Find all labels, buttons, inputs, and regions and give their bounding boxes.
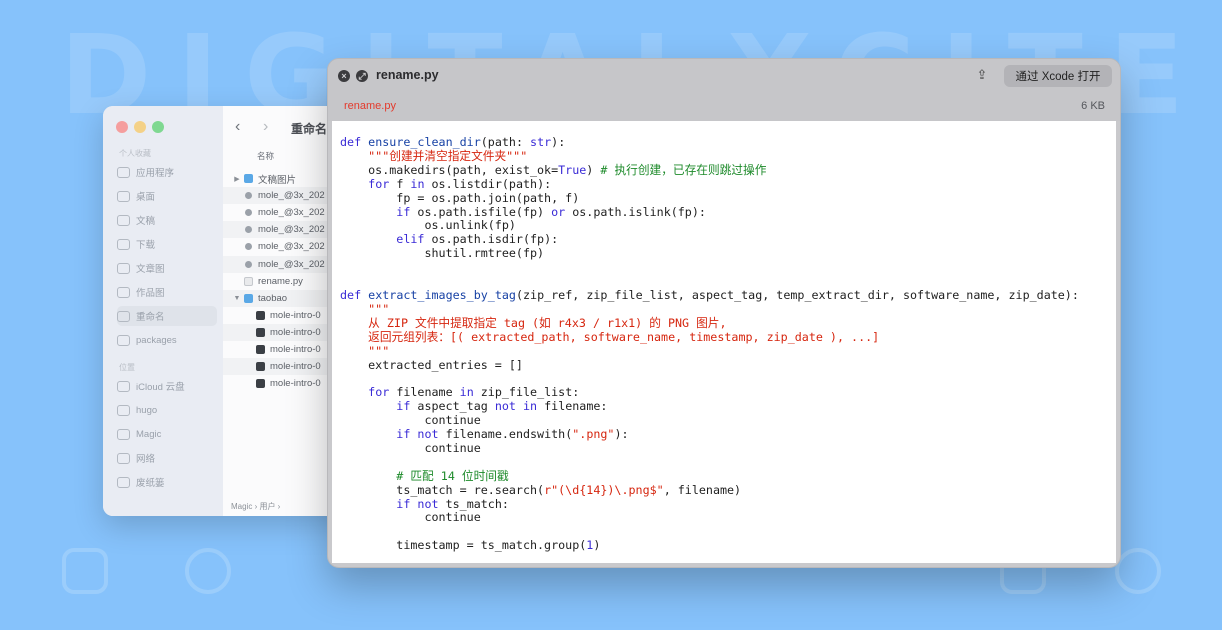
sidebar-item-label: 应用程序 xyxy=(136,168,175,179)
python-file-icon xyxy=(244,276,253,286)
file-size-label: 6 KB xyxy=(1081,100,1105,112)
sidebar-item[interactable]: hugo xyxy=(117,400,217,420)
code-block: def ensure_clean_dir(path: str): """创建并清… xyxy=(340,135,1079,553)
disclosure-chevron-icon[interactable]: ▶ xyxy=(233,175,241,183)
file-name: mole_@3x_202 xyxy=(258,190,325,202)
decorative-icon xyxy=(185,548,231,594)
sidebar-item[interactable]: 作品图 xyxy=(117,282,217,302)
file-name: taobao xyxy=(258,292,288,304)
network-icon xyxy=(117,452,130,464)
computer-icon xyxy=(117,428,130,440)
image-file-icon xyxy=(245,226,252,234)
folder-icon xyxy=(117,286,130,298)
sidebar-section-favorites: 个人收藏 xyxy=(119,149,151,158)
sidebar-item-label: 废纸篓 xyxy=(136,478,165,489)
close-window-button[interactable] xyxy=(116,121,128,133)
fullscreen-icon[interactable]: ⤢ xyxy=(356,70,368,82)
open-in-xcode-button[interactable]: 通过 Xcode 打开 xyxy=(1004,65,1112,87)
folder-icon xyxy=(117,262,130,274)
file-name: mole-intro-0 xyxy=(270,361,321,373)
minimize-window-button[interactable] xyxy=(134,121,146,133)
sidebar-item-label: 重命名 xyxy=(136,312,165,323)
zoom-window-button[interactable] xyxy=(152,121,164,133)
sidebar-item-label: Magic xyxy=(136,428,162,440)
file-name: 文稿图片 xyxy=(258,174,297,186)
file-name: mole_@3x_202 xyxy=(258,241,325,253)
sidebar-item[interactable]: iCloud 云盘 xyxy=(117,376,217,396)
file-name: mole-intro-0 xyxy=(270,309,321,321)
decorative-icon xyxy=(62,548,108,594)
sidebar-item-label: 桌面 xyxy=(136,192,156,203)
sidebar-item[interactable]: 网络 xyxy=(117,448,217,468)
file-name-label: rename.py xyxy=(344,100,396,112)
share-icon[interactable]: ⇪ xyxy=(974,67,990,85)
image-file-icon xyxy=(245,243,252,251)
file-name: mole-intro-0 xyxy=(270,378,321,390)
sidebar-item[interactable]: 应用程序 xyxy=(117,162,217,182)
sidebar-item-label: 作品图 xyxy=(136,288,165,299)
sidebar-item[interactable]: Magic xyxy=(117,424,217,444)
cloud-icon xyxy=(117,380,130,392)
sidebar-item[interactable]: 文章图 xyxy=(117,258,217,278)
file-name: mole-intro-0 xyxy=(270,326,321,338)
sidebar-item-label: packages xyxy=(136,334,177,346)
sidebar-item-label: 文章图 xyxy=(136,264,165,275)
quicklook-window: × ⤢ rename.py ⇪ 通过 Xcode 打开 rename.py 6 … xyxy=(327,58,1121,568)
sidebar-item[interactable]: 下载 xyxy=(117,234,217,254)
file-name: mole_@3x_202 xyxy=(258,258,325,270)
sidebar-item-label: 文稿 xyxy=(136,216,156,227)
sidebar-section-locations: 位置 xyxy=(119,363,135,372)
folder-icon xyxy=(244,174,253,183)
close-icon[interactable]: × xyxy=(338,70,350,82)
desktop-icon xyxy=(117,190,130,202)
sidebar-item[interactable]: 废纸篓 xyxy=(117,472,217,492)
video-file-icon xyxy=(256,379,265,389)
decorative-icon xyxy=(1115,548,1161,594)
sidebar-item[interactable]: packages xyxy=(117,330,217,350)
finder-title: 重命名 xyxy=(291,122,328,136)
back-arrow-icon[interactable]: ‹ xyxy=(235,118,240,136)
sidebar-item-label: 下载 xyxy=(136,240,156,251)
sidebar-item[interactable]: 文稿 xyxy=(117,210,217,230)
folder-icon xyxy=(117,310,130,322)
finder-sidebar: 个人收藏 应用程序桌面文稿下载文章图作品图重命名 packages iCloud 云… xyxy=(103,106,223,516)
video-file-icon xyxy=(256,310,265,320)
folder-icon xyxy=(244,293,253,303)
sidebar-item-label: hugo xyxy=(136,404,158,416)
quicklook-header: × ⤢ rename.py ⇪ 通过 Xcode 打开 rename.py 6 … xyxy=(328,59,1120,121)
sidebar-item[interactable]: 重命名 xyxy=(117,306,217,326)
apps-icon xyxy=(117,166,130,178)
home-icon xyxy=(117,404,130,416)
image-file-icon xyxy=(245,260,252,268)
folder-icon xyxy=(117,334,130,346)
sidebar-item[interactable]: 桌面 xyxy=(117,186,217,206)
file-name: mole_@3x_202 xyxy=(258,224,325,236)
code-preview[interactable]: def ensure_clean_dir(path: str): """创建并清… xyxy=(332,121,1116,563)
sidebar-item-label: 网络 xyxy=(136,454,156,465)
video-file-icon xyxy=(256,345,265,354)
path-bar[interactable]: Magic › 用户 › xyxy=(231,501,280,512)
download-icon xyxy=(117,238,130,250)
file-name: mole_@3x_202 xyxy=(258,207,325,219)
quicklook-title: rename.py xyxy=(376,68,439,82)
forward-arrow-icon[interactable]: › xyxy=(263,118,268,136)
file-name: mole-intro-0 xyxy=(270,344,321,355)
document-icon xyxy=(117,214,130,226)
video-file-icon xyxy=(256,362,265,372)
sidebar-item-label: iCloud 云盘 xyxy=(136,382,185,393)
file-name: rename.py xyxy=(258,275,303,287)
disclosure-chevron-icon[interactable]: ▼ xyxy=(233,295,241,302)
column-header-name[interactable]: 名称 xyxy=(257,150,274,162)
trash-icon xyxy=(117,476,130,488)
finder-window: 个人收藏 应用程序 桌面 文稿 下载 文章图 作品图 重命名 packages iCloud 云… xyxy=(103,106,363,516)
image-file-icon xyxy=(245,209,252,217)
video-file-icon xyxy=(256,327,265,337)
image-file-icon xyxy=(245,192,252,200)
